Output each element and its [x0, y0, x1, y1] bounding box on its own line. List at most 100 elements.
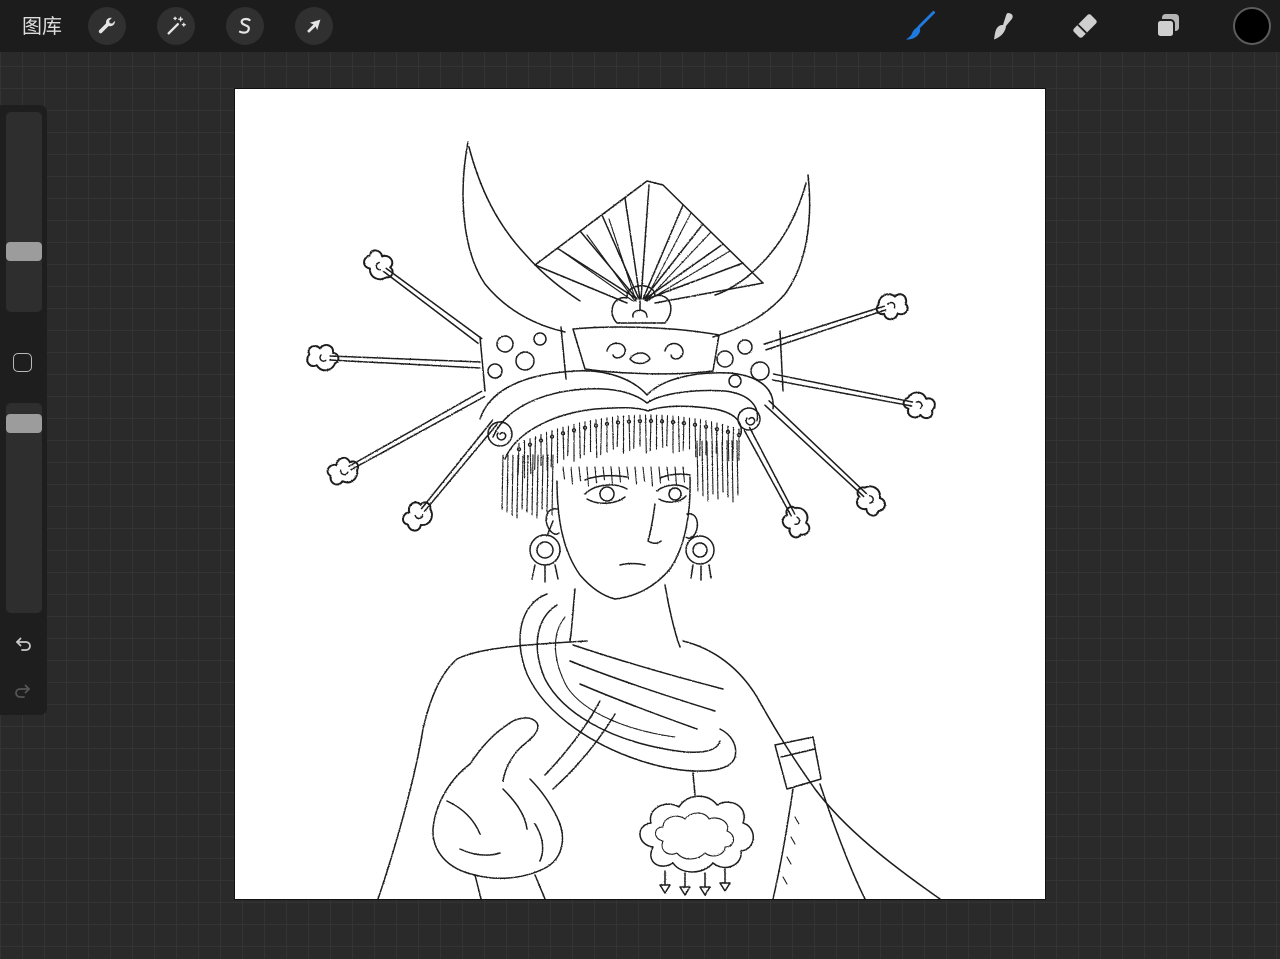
sketch-generated-strokes: [306, 249, 936, 539]
sketch-cloud-pendant-inner: [654, 812, 735, 860]
sketch-spike-cloud-curl: [868, 495, 874, 504]
sketch-spike-edge: [348, 390, 483, 468]
sketch-fringe-strand: [666, 415, 669, 447]
sketch-spike-edge: [772, 373, 914, 403]
sketch-torque-inner: [536, 604, 721, 754]
redo-icon[interactable]: [12, 680, 34, 702]
opacity-slider[interactable]: [6, 403, 42, 613]
sketch-eyebrow-right: [659, 473, 691, 479]
color-swatch-icon[interactable]: [1233, 7, 1271, 45]
sketch-nose: [647, 503, 662, 544]
sketch-spike-cloud-curl: [319, 354, 327, 362]
brush-icon: [906, 11, 935, 40]
gallery-button[interactable]: 图库: [22, 13, 62, 39]
sketch-crown-plaque: [572, 326, 720, 375]
layers-button[interactable]: [1150, 8, 1186, 44]
sketch-fringe-strand: [699, 419, 702, 457]
sketch-spike-cloud: [781, 505, 811, 539]
sketch-spike-cloud-curl: [887, 301, 896, 309]
sketch-fringe-strand: [677, 416, 680, 453]
magic-wand-icon: [167, 16, 186, 35]
sketch-fringe-strand: [628, 415, 631, 452]
sketch-cloud-pendant-outer: [639, 795, 754, 873]
sketch-bangs-strand: [650, 466, 654, 487]
transform-button[interactable]: [295, 7, 333, 45]
selection-button[interactable]: [226, 7, 264, 45]
sketch-fringe-strand: [694, 418, 697, 458]
sketch-fringe-strand: [611, 416, 614, 450]
sketch-fringe-strand: [633, 414, 636, 449]
sketch-spike-cloud-curl: [340, 469, 349, 476]
sketch-spike-edge: [743, 429, 792, 517]
sketch-collar-bands: [569, 644, 724, 730]
smudge-tool-button[interactable]: [985, 8, 1021, 44]
drawing-canvas[interactable]: [235, 89, 1045, 899]
eraser-tool-button[interactable]: [1067, 8, 1103, 44]
sketch-cluster-right: [716, 330, 784, 392]
square-icon[interactable]: [13, 353, 32, 372]
sketch-crown-flower-center: [632, 300, 648, 318]
sketch-fringe-strand: [567, 425, 570, 457]
layers-icon: [1156, 14, 1179, 38]
sketch-spike-edge: [748, 426, 796, 515]
sketch-robe-lapel: [544, 700, 616, 790]
sketch-fringe-strand: [727, 425, 730, 462]
brush-size-slider[interactable]: [6, 112, 42, 312]
sketch-spike-cloud: [306, 344, 340, 372]
sketch-fringe-strand: [534, 435, 537, 471]
sketch-shoulder-right: [682, 640, 941, 899]
sketch-pendant-string: [692, 772, 696, 796]
adjustments-button[interactable]: [157, 7, 195, 45]
sketch-side-fringe-right-strand: [706, 440, 709, 502]
top-toolbar: 图库: [0, 0, 1280, 52]
sketch-bangs-strand: [594, 466, 598, 484]
sketch-bangs-strand: [602, 466, 606, 481]
left-sidebar: [0, 105, 47, 715]
sketch-spike-edge: [765, 309, 887, 351]
sketch-spike-cloud-curl: [414, 513, 424, 520]
sketch-side-fringe-right-strand: [736, 440, 739, 496]
eraser-icon: [1073, 14, 1097, 38]
smudge-icon: [994, 13, 1013, 40]
sketch-fringe-strand: [578, 422, 581, 459]
sketch-bangs-strand: [610, 466, 614, 486]
sketch-spike-edge: [764, 404, 865, 498]
selection-icon: [238, 17, 251, 34]
sketch-wrist: [474, 874, 546, 899]
sketch-torque-inner-2: [554, 616, 676, 738]
sketch-neck-left: [569, 588, 576, 642]
sketch-side-fringe-left-strand: [541, 454, 544, 510]
actions-button[interactable]: [88, 7, 126, 45]
sketch-fringe-strand: [550, 430, 553, 468]
sketch-side-fringe-right-strand: [726, 440, 729, 498]
sketch-hand-index-finger: [469, 717, 539, 782]
sketch-plaque-curls: [606, 342, 684, 365]
sketch-side-fringe-left-strand: [551, 454, 554, 516]
sketch-spike-edge: [350, 395, 486, 471]
brush-tool-button[interactable]: [902, 8, 938, 44]
sketch-artwork: [306, 141, 941, 899]
sketch-spike-edge: [768, 400, 868, 495]
sketch-neck-right: [664, 584, 681, 648]
sketch-side-fringe-right-strand: [716, 440, 719, 500]
sketch-bangs-strand: [674, 466, 678, 486]
sketch-fringe-strand: [529, 438, 532, 475]
sketch-fringe-strand: [600, 418, 603, 456]
sketch-spike-edge: [763, 305, 886, 345]
sketch-side-fringe-left-strand: [526, 454, 529, 513]
sketch-earring-right: [685, 535, 715, 581]
sketch-hand-knuckles: [446, 788, 544, 862]
sketch-bangs-strand: [658, 466, 662, 484]
sketch-robe-edges: [772, 783, 866, 899]
sketch-spike-cloud: [326, 456, 360, 486]
sketch-bangs-strand: [578, 466, 582, 482]
sketch-bangs-strand: [562, 466, 566, 480]
opacity-thumb[interactable]: [6, 414, 42, 434]
undo-icon[interactable]: [12, 633, 34, 655]
sketch-face-right: [614, 476, 691, 600]
wrench-icon: [98, 17, 115, 34]
sketch-side-fringe-left-strand: [516, 454, 519, 519]
sketch-spike-cloud-curl: [375, 261, 382, 271]
sketch-spike-cloud-outline: [875, 293, 909, 321]
brush-size-thumb[interactable]: [6, 242, 42, 262]
